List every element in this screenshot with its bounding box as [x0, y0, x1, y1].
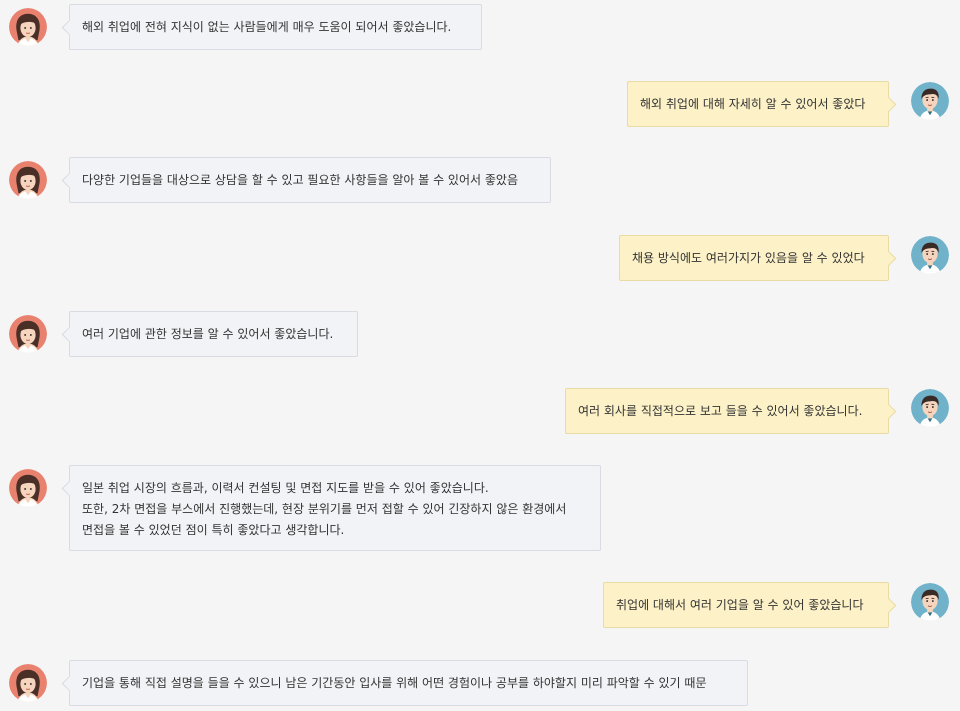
chat-thread: 해외 취업에 전혀 지식이 없는 사람들에게 매우 도움이 되어서 좋았습니다.…: [0, 0, 960, 711]
message-bubble-outgoing: 해외 취업에 대해 자세히 알 수 있어서 좋았다: [627, 81, 897, 127]
bubble-tail: [61, 172, 78, 189]
female-avatar-icon: [9, 8, 47, 46]
bubble-tail: [61, 675, 78, 692]
message-row: 취업에 대해서 여러 기업을 알 수 있어 좋았습니다: [0, 582, 960, 628]
female-avatar-icon: [9, 161, 47, 199]
female-avatar-icon: [9, 315, 47, 353]
message-text: 여러 기업에 관한 정보를 알 수 있어서 좋았습니다.: [82, 327, 334, 341]
male-avatar-icon: [911, 389, 949, 427]
message-row: 다양한 기업들을 대상으로 상담을 할 수 있고 필요한 사항들을 알아 볼 수…: [0, 157, 960, 203]
message-row: 해외 취업에 대해 자세히 알 수 있어서 좋았다: [0, 81, 960, 127]
message-text: 해외 취업에 대해 자세히 알 수 있어서 좋았다: [640, 97, 866, 111]
male-avatar-icon: [911, 236, 949, 274]
female-avatar-icon: [9, 664, 47, 702]
male-avatar-icon: [911, 82, 949, 120]
message-text: 취업에 대해서 여러 기업을 알 수 있어 좋았습니다: [616, 598, 864, 612]
message-text: 또한, 2차 면접을 부스에서 진행했는데, 현장 분위기를 먼저 접할 수 있…: [82, 502, 567, 516]
message-text: 일본 취업 시장의 흐름과, 이력서 컨설팅 및 면접 지도를 받을 수 있어 …: [82, 481, 489, 495]
female-avatar-icon: [9, 469, 47, 507]
message-row: 기업을 통해 직접 설명을 들을 수 있으니 남은 기간동안 입사를 위해 어떤…: [0, 660, 960, 706]
bubble-tail: [61, 19, 78, 36]
message-row: 여러 기업에 관한 정보를 알 수 있어서 좋았습니다.: [0, 311, 960, 357]
message-bubble-incoming: 기업을 통해 직접 설명을 들을 수 있으니 남은 기간동안 입사를 위해 어떤…: [61, 660, 748, 706]
message-text: 다양한 기업들을 대상으로 상담을 할 수 있고 필요한 사항들을 알아 볼 수…: [82, 173, 518, 187]
message-row: 해외 취업에 전혀 지식이 없는 사람들에게 매우 도움이 되어서 좋았습니다.: [0, 4, 960, 50]
message-text: 여러 회사를 직접적으로 보고 들을 수 있어서 좋았습니다.: [578, 404, 863, 418]
message-text: 면접을 볼 수 있었던 점이 특히 좋았다고 생각합니다.: [82, 523, 345, 537]
bubble-tail: [880, 403, 897, 420]
message-bubble-outgoing: 채용 방식에도 여러가지가 있음을 알 수 있었다: [619, 235, 897, 281]
message-bubble-incoming: 여러 기업에 관한 정보를 알 수 있어서 좋았습니다.: [61, 311, 358, 357]
male-avatar-icon: [911, 583, 949, 621]
bubble-tail: [61, 480, 78, 497]
message-text: 해외 취업에 전혀 지식이 없는 사람들에게 매우 도움이 되어서 좋았습니다.: [82, 20, 452, 34]
message-bubble-outgoing: 여러 회사를 직접적으로 보고 들을 수 있어서 좋았습니다.: [565, 388, 897, 434]
message-row: 여러 회사를 직접적으로 보고 들을 수 있어서 좋았습니다.: [0, 388, 960, 434]
message-bubble-incoming: 다양한 기업들을 대상으로 상담을 할 수 있고 필요한 사항들을 알아 볼 수…: [61, 157, 551, 203]
bubble-tail: [880, 96, 897, 113]
message-bubble-incoming: 일본 취업 시장의 흐름과, 이력서 컨설팅 및 면접 지도를 받을 수 있어 …: [61, 465, 601, 551]
message-bubble-outgoing: 취업에 대해서 여러 기업을 알 수 있어 좋았습니다: [603, 582, 897, 628]
message-text: 채용 방식에도 여러가지가 있음을 알 수 있었다: [632, 251, 865, 265]
message-text: 기업을 통해 직접 설명을 들을 수 있으니 남은 기간동안 입사를 위해 어떤…: [82, 676, 707, 690]
message-bubble-incoming: 해외 취업에 전혀 지식이 없는 사람들에게 매우 도움이 되어서 좋았습니다.: [61, 4, 482, 50]
bubble-tail: [61, 326, 78, 343]
message-row: 채용 방식에도 여러가지가 있음을 알 수 있었다: [0, 235, 960, 281]
bubble-tail: [880, 250, 897, 267]
bubble-tail: [880, 597, 897, 614]
message-row: 일본 취업 시장의 흐름과, 이력서 컨설팅 및 면접 지도를 받을 수 있어 …: [0, 465, 960, 551]
